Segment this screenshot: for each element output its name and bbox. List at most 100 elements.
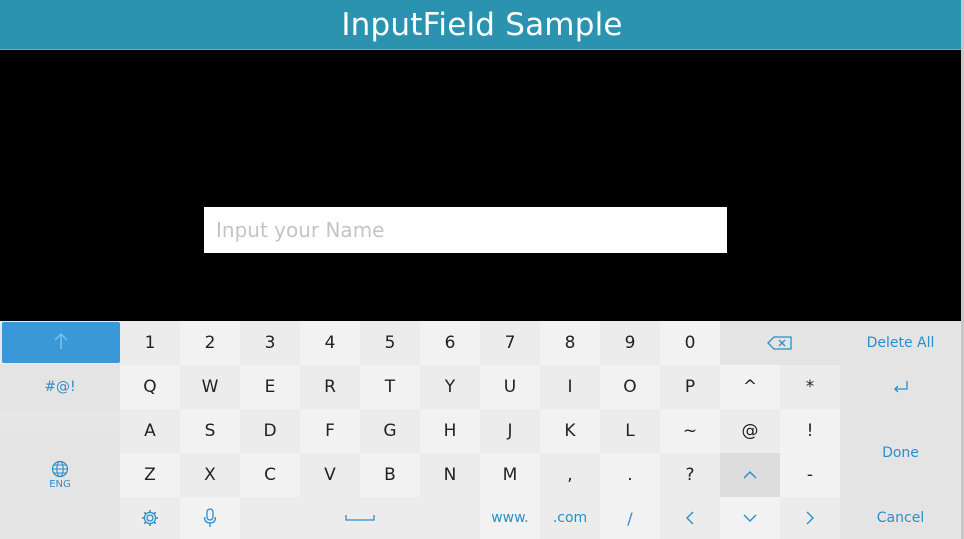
key-hyphen[interactable]: -: [780, 453, 840, 497]
key-s[interactable]: S: [180, 409, 240, 453]
key-2[interactable]: 2: [180, 321, 240, 365]
key-label: ?: [685, 465, 695, 485]
key-label: P: [684, 377, 696, 397]
key-period[interactable]: .: [600, 453, 660, 497]
key-e[interactable]: E: [240, 365, 300, 409]
key-n[interactable]: N: [420, 453, 480, 497]
key-x[interactable]: X: [180, 453, 240, 497]
key-label: H: [443, 421, 457, 441]
dotcom-key[interactable]: .com: [540, 497, 600, 539]
key-f[interactable]: F: [300, 409, 360, 453]
space-bar-key[interactable]: [240, 497, 480, 539]
settings-gear-icon: [140, 508, 160, 528]
app-title: InputField Sample: [341, 6, 623, 43]
key-label: *: [805, 377, 815, 397]
language-key[interactable]: ENG: [0, 453, 120, 497]
www-label: www.: [491, 510, 529, 526]
key-asterisk[interactable]: *: [780, 365, 840, 409]
key-k[interactable]: K: [540, 409, 600, 453]
key-label: .: [627, 465, 633, 485]
space-bar-icon: [345, 514, 375, 522]
key-8[interactable]: 8: [540, 321, 600, 365]
key-0[interactable]: 0: [660, 321, 720, 365]
key-y[interactable]: Y: [420, 365, 480, 409]
chevron-down-icon: [742, 513, 758, 523]
key-label: -: [806, 465, 814, 485]
key-label: I: [567, 377, 573, 397]
key-label: 8: [564, 333, 576, 353]
slash-key[interactable]: /: [600, 497, 660, 539]
key-label: U: [503, 377, 517, 397]
key-4[interactable]: 4: [300, 321, 360, 365]
cursor-left-key[interactable]: [660, 497, 720, 539]
www-key[interactable]: www.: [480, 497, 540, 539]
key-z[interactable]: Z: [120, 453, 180, 497]
backspace-icon: [767, 336, 793, 350]
key-at[interactable]: @: [720, 409, 780, 453]
dotcom-label: .com: [552, 510, 588, 526]
key-m[interactable]: M: [480, 453, 540, 497]
key-v[interactable]: V: [300, 453, 360, 497]
symbols-key[interactable]: #@!: [0, 365, 120, 409]
key-i[interactable]: I: [540, 365, 600, 409]
voice-input-key[interactable]: [180, 497, 240, 539]
key-label: J: [507, 421, 513, 441]
key-label: ~: [682, 421, 698, 441]
settings-key[interactable]: [120, 497, 180, 539]
bottom-left-spacer: [0, 497, 120, 539]
key-l[interactable]: L: [600, 409, 660, 453]
key-a[interactable]: A: [120, 409, 180, 453]
key-label: L: [625, 421, 635, 441]
key-label: 5: [384, 333, 396, 353]
cursor-down-key[interactable]: [720, 497, 780, 539]
key-label: Z: [144, 465, 156, 485]
key-comma[interactable]: ,: [540, 453, 600, 497]
key-label: 4: [324, 333, 336, 353]
key-label: 6: [444, 333, 456, 353]
key-c[interactable]: C: [240, 453, 300, 497]
key-7[interactable]: 7: [480, 321, 540, 365]
key-o[interactable]: O: [600, 365, 660, 409]
cursor-right-key[interactable]: [780, 497, 840, 539]
key-label: 9: [624, 333, 636, 353]
key-3[interactable]: 3: [240, 321, 300, 365]
key-label: 7: [504, 333, 516, 353]
cursor-up-key[interactable]: [720, 453, 780, 497]
key-6[interactable]: 6: [420, 321, 480, 365]
key-b[interactable]: B: [360, 453, 420, 497]
key-w[interactable]: W: [180, 365, 240, 409]
key-p[interactable]: P: [660, 365, 720, 409]
key-9[interactable]: 9: [600, 321, 660, 365]
shift-key[interactable]: [2, 322, 120, 363]
chevron-left-icon: [685, 510, 695, 526]
key-caret[interactable]: ^: [720, 365, 780, 409]
key-d[interactable]: D: [240, 409, 300, 453]
cancel-button[interactable]: Cancel: [840, 497, 961, 539]
backspace-key[interactable]: [720, 321, 840, 365]
key-label: W: [201, 377, 219, 397]
done-button[interactable]: Done: [840, 409, 961, 497]
content-area: [0, 51, 961, 321]
key-label: T: [384, 377, 396, 397]
key-label: 1: [144, 333, 156, 353]
key-r[interactable]: R: [300, 365, 360, 409]
enter-key[interactable]: [840, 365, 961, 409]
key-q[interactable]: Q: [120, 365, 180, 409]
key-5[interactable]: 5: [360, 321, 420, 365]
key-u[interactable]: U: [480, 365, 540, 409]
key-label: ,: [567, 465, 573, 485]
done-label: Done: [882, 445, 919, 461]
key-exclamation[interactable]: !: [780, 409, 840, 453]
key-h[interactable]: H: [420, 409, 480, 453]
key-question[interactable]: ?: [660, 453, 720, 497]
key-1[interactable]: 1: [120, 321, 180, 365]
key-label: B: [384, 465, 396, 485]
key-g[interactable]: G: [360, 409, 420, 453]
key-label: A: [144, 421, 156, 441]
name-input-field[interactable]: [204, 207, 727, 253]
key-t[interactable]: T: [360, 365, 420, 409]
key-j[interactable]: J: [480, 409, 540, 453]
delete-all-button[interactable]: Delete All: [840, 321, 961, 365]
key-tilde[interactable]: ~: [660, 409, 720, 453]
key-label: !: [806, 421, 814, 441]
